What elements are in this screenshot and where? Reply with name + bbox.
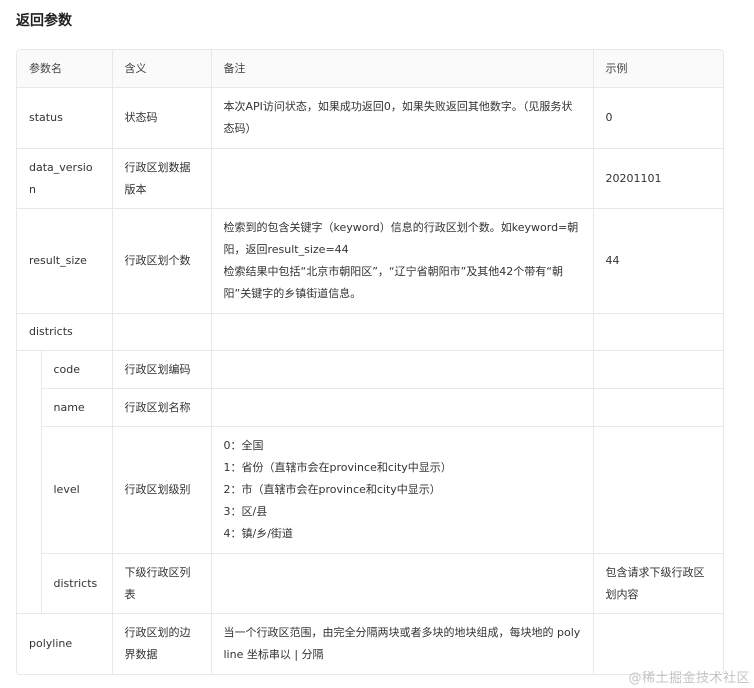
param-meaning: 行政区划数据版本 — [111, 148, 212, 209]
param-remark — [210, 553, 594, 614]
param-remark — [210, 148, 594, 209]
table-row: status 状态码 本次API访问状态，如果成功返回0，如果失败返回其他数字。… — [17, 87, 723, 149]
param-remark: 当一个行政区范围，由完全分隔两块或者多块的地块组成，每块地的 polyline … — [210, 613, 594, 674]
table-row: name 行政区划名称 — [17, 388, 723, 427]
table-row: code 行政区划编码 — [17, 350, 723, 389]
page-title: 返回参数 — [16, 13, 72, 29]
param-remark: 0：全国 1：省份（直辖市会在province和city中显示） 2：市（直辖市… — [210, 426, 594, 554]
param-example — [592, 613, 723, 674]
table-row: districts 下级行政区列表 包含请求下级行政区划内容 — [17, 553, 723, 614]
param-meaning: 行政区划编码 — [111, 350, 212, 389]
remark-line: 1：省份（直辖市会在province和city中显示） — [223, 461, 452, 474]
remark-line: 当一个行政区范围，由完全分隔两块或者多块的地块组成，每块地的 polyline … — [223, 625, 581, 661]
param-name: name — [40, 388, 113, 427]
watermark-text: @稀土掘金技术社区 — [628, 671, 750, 686]
table-row: polyline 行政区划的边界数据 当一个行政区范围，由完全分隔两块或者多块的… — [17, 613, 723, 674]
indent-spacer — [17, 553, 42, 614]
remark-line: 检索到的包含关键字（keyword）信息的行政区划个数。如keyword=朝阳，… — [223, 221, 579, 256]
table-row: result_size 行政区划个数 检索到的包含关键字（keyword）信息的… — [17, 208, 723, 314]
indent-spacer — [17, 426, 42, 554]
param-example — [592, 388, 723, 427]
param-remark — [210, 350, 594, 389]
remark-line: 2：市（直辖市会在province和city中显示） — [223, 483, 441, 496]
column-header-remark: 备注 — [210, 50, 594, 88]
param-remark: 本次API访问状态，如果成功返回0，如果失败返回其他数字。（见服务状态码） — [210, 87, 594, 149]
table-row: data_version 行政区划数据版本 20201101 — [17, 148, 723, 209]
param-meaning: 行政区划个数 — [111, 208, 212, 314]
indent-spacer — [17, 388, 42, 427]
remark-line: 4：镇/乡/街道 — [223, 527, 293, 540]
param-example: 44 — [592, 208, 723, 314]
param-meaning: 状态码 — [111, 87, 212, 149]
column-header-example: 示例 — [592, 50, 723, 88]
param-name: districts — [40, 553, 113, 614]
params-table-container: 参数名 含义 备注 示例 status 状态码 本次API访问状态，如果成功返回… — [16, 49, 724, 675]
param-meaning — [111, 313, 212, 351]
param-name: result_size — [17, 208, 113, 314]
param-example: 包含请求下级行政区划内容 — [592, 553, 723, 614]
remark-line: 3：区/县 — [223, 505, 268, 518]
indent-spacer — [17, 350, 42, 389]
param-name: code — [40, 350, 113, 389]
param-name: status — [17, 87, 113, 149]
param-remark — [210, 388, 594, 427]
column-header-meaning: 含义 — [111, 50, 212, 88]
param-example — [592, 313, 723, 351]
param-meaning: 行政区划名称 — [111, 388, 212, 427]
table-row: districts — [17, 313, 723, 351]
param-example — [592, 350, 723, 389]
param-remark: 检索到的包含关键字（keyword）信息的行政区划个数。如keyword=朝阳，… — [210, 208, 594, 314]
param-remark — [210, 313, 594, 351]
table-header-row: 参数名 含义 备注 示例 — [17, 50, 723, 88]
params-table: 参数名 含义 备注 示例 status 状态码 本次API访问状态，如果成功返回… — [17, 50, 723, 674]
remark-line: 检索结果中包括“北京市朝阳区”，“辽宁省朝阳市”及其他42个带有“朝阳”关键字的… — [223, 265, 564, 300]
param-name: districts — [17, 313, 113, 351]
param-example — [592, 426, 723, 554]
param-name: polyline — [17, 613, 113, 674]
param-example: 20201101 — [592, 148, 723, 209]
param-name: level — [40, 426, 113, 554]
remark-line: 本次API访问状态，如果成功返回0，如果失败返回其他数字。（见服务状态码） — [223, 100, 573, 135]
table-row: level 行政区划级别 0：全国 1：省份（直辖市会在province和cit… — [17, 426, 723, 554]
param-example: 0 — [592, 87, 723, 149]
param-meaning: 下级行政区列表 — [111, 553, 212, 614]
column-header-name: 参数名 — [17, 50, 113, 88]
remark-line: 0：全国 — [223, 439, 264, 452]
param-name: data_version — [17, 148, 113, 209]
param-meaning: 行政区划级别 — [111, 426, 212, 554]
param-meaning: 行政区划的边界数据 — [111, 613, 212, 674]
